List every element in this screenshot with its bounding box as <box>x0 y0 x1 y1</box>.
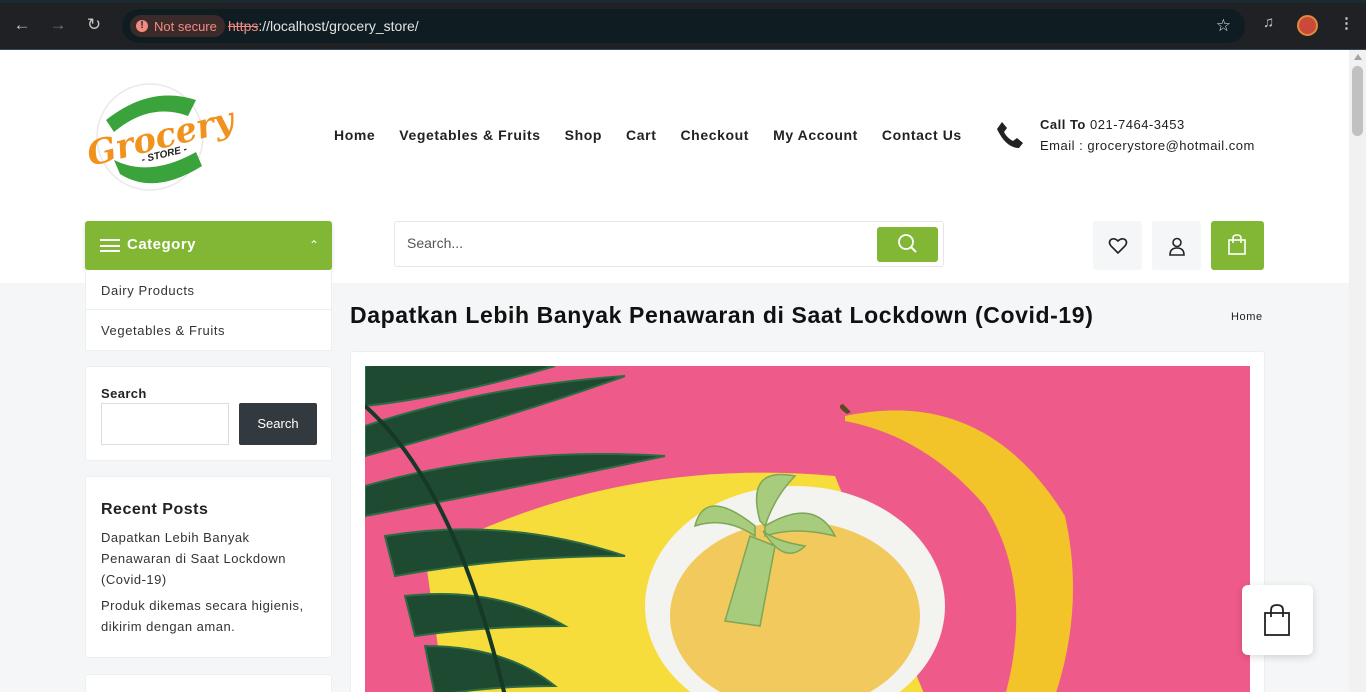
user-icon <box>1169 237 1185 256</box>
cart-button[interactable] <box>1211 221 1264 270</box>
profile-avatar[interactable] <box>1297 15 1318 36</box>
shopping-bag-icon <box>1228 234 1246 255</box>
security-label: Not secure <box>154 18 217 34</box>
scrollbar-thumb[interactable] <box>1352 66 1363 136</box>
category-item-vegetables-fruits[interactable]: Vegetables & Fruits <box>86 310 331 350</box>
search-icon <box>898 234 917 253</box>
browser-toolbar: ← → ↻ ! Not secure https://localhost/gro… <box>0 0 1366 50</box>
account-button[interactable] <box>1152 221 1201 270</box>
sidebar-search-button[interactable]: Search <box>239 403 317 445</box>
phone-icon <box>997 122 1023 148</box>
scroll-up-arrow-icon[interactable] <box>1354 54 1362 60</box>
post-title: Dapatkan Lebih Banyak Penawaran di Saat … <box>350 302 1094 328</box>
search-button[interactable] <box>877 227 938 262</box>
tab-strip <box>0 0 1366 3</box>
main-navigation: Home Vegetables & Fruits Shop Cart Check… <box>334 127 962 143</box>
category-label: Category <box>127 236 197 253</box>
chevron-up-icon: ⌃ <box>308 238 319 252</box>
nav-cart[interactable]: Cart <box>626 127 656 143</box>
nav-vegetables-fruits[interactable]: Vegetables & Fruits <box>399 127 540 143</box>
call-label: Call To <box>1040 117 1086 132</box>
category-list: Dairy Products Vegetables & Fruits <box>85 270 332 351</box>
category-item-dairy[interactable]: Dairy Products <box>86 270 331 310</box>
sidebar-search-widget: Search Search <box>85 366 332 461</box>
category-toggle[interactable]: Category ⌃ <box>85 221 332 270</box>
search-input[interactable] <box>407 235 847 251</box>
media-control-icon[interactable]: ♫ <box>1263 14 1274 31</box>
hamburger-icon <box>100 239 120 252</box>
recent-post-link[interactable]: Produk dikemas secara higienis, dikirim … <box>101 595 316 637</box>
shopping-bag-icon <box>1264 604 1290 636</box>
menu-icon[interactable]: ⋮ <box>1339 14 1354 32</box>
site-header: Grocery - STORE - Home Vegetables & Frui… <box>0 50 1349 283</box>
url-rest: ://localhost/grocery_store/ <box>258 18 419 34</box>
sidebar-search-input[interactable] <box>101 403 229 445</box>
page-scrollbar[interactable] <box>1349 50 1366 692</box>
forward-icon[interactable]: → <box>47 14 69 36</box>
security-chip[interactable]: ! Not secure <box>130 15 225 37</box>
nav-shop[interactable]: Shop <box>565 127 602 143</box>
sidebar-widget <box>85 674 332 692</box>
url-scheme: https <box>228 18 259 34</box>
nav-contact-us[interactable]: Contact Us <box>882 127 962 143</box>
recent-posts-widget: Recent Posts Dapatkan Lebih Banyak Penaw… <box>85 476 332 658</box>
breadcrumb-home[interactable]: Home <box>1231 311 1263 323</box>
reload-icon[interactable]: ↻ <box>83 14 105 36</box>
url-text[interactable]: https://localhost/grocery_store/ <box>228 18 419 34</box>
back-icon[interactable]: ← <box>11 14 33 36</box>
nav-checkout[interactable]: Checkout <box>680 127 749 143</box>
nav-my-account[interactable]: My Account <box>773 127 858 143</box>
page: Grocery - STORE - Home Vegetables & Frui… <box>0 50 1349 692</box>
call-line: Call To 021-7464-3453 <box>1040 117 1185 132</box>
heart-icon <box>1108 237 1128 255</box>
nav-home[interactable]: Home <box>334 127 375 143</box>
email-line: Email : grocerystore@hotmail.com <box>1040 138 1255 153</box>
product-search <box>394 221 944 267</box>
recent-post-link[interactable]: Dapatkan Lebih Banyak Penawaran di Saat … <box>101 527 316 590</box>
bookmark-star-icon[interactable]: ☆ <box>1216 16 1231 36</box>
warning-icon: ! <box>136 20 148 32</box>
floating-cart-button[interactable] <box>1242 585 1313 655</box>
wishlist-button[interactable] <box>1093 221 1142 270</box>
address-bar[interactable]: ! Not secure https://localhost/grocery_s… <box>122 9 1245 43</box>
sidebar-search-label: Search <box>101 386 147 401</box>
store-logo[interactable]: Grocery - STORE - <box>83 80 240 195</box>
post-featured-image <box>365 366 1250 692</box>
recent-posts-title: Recent Posts <box>101 501 209 518</box>
phone-number: 021-7464-3453 <box>1090 117 1185 132</box>
